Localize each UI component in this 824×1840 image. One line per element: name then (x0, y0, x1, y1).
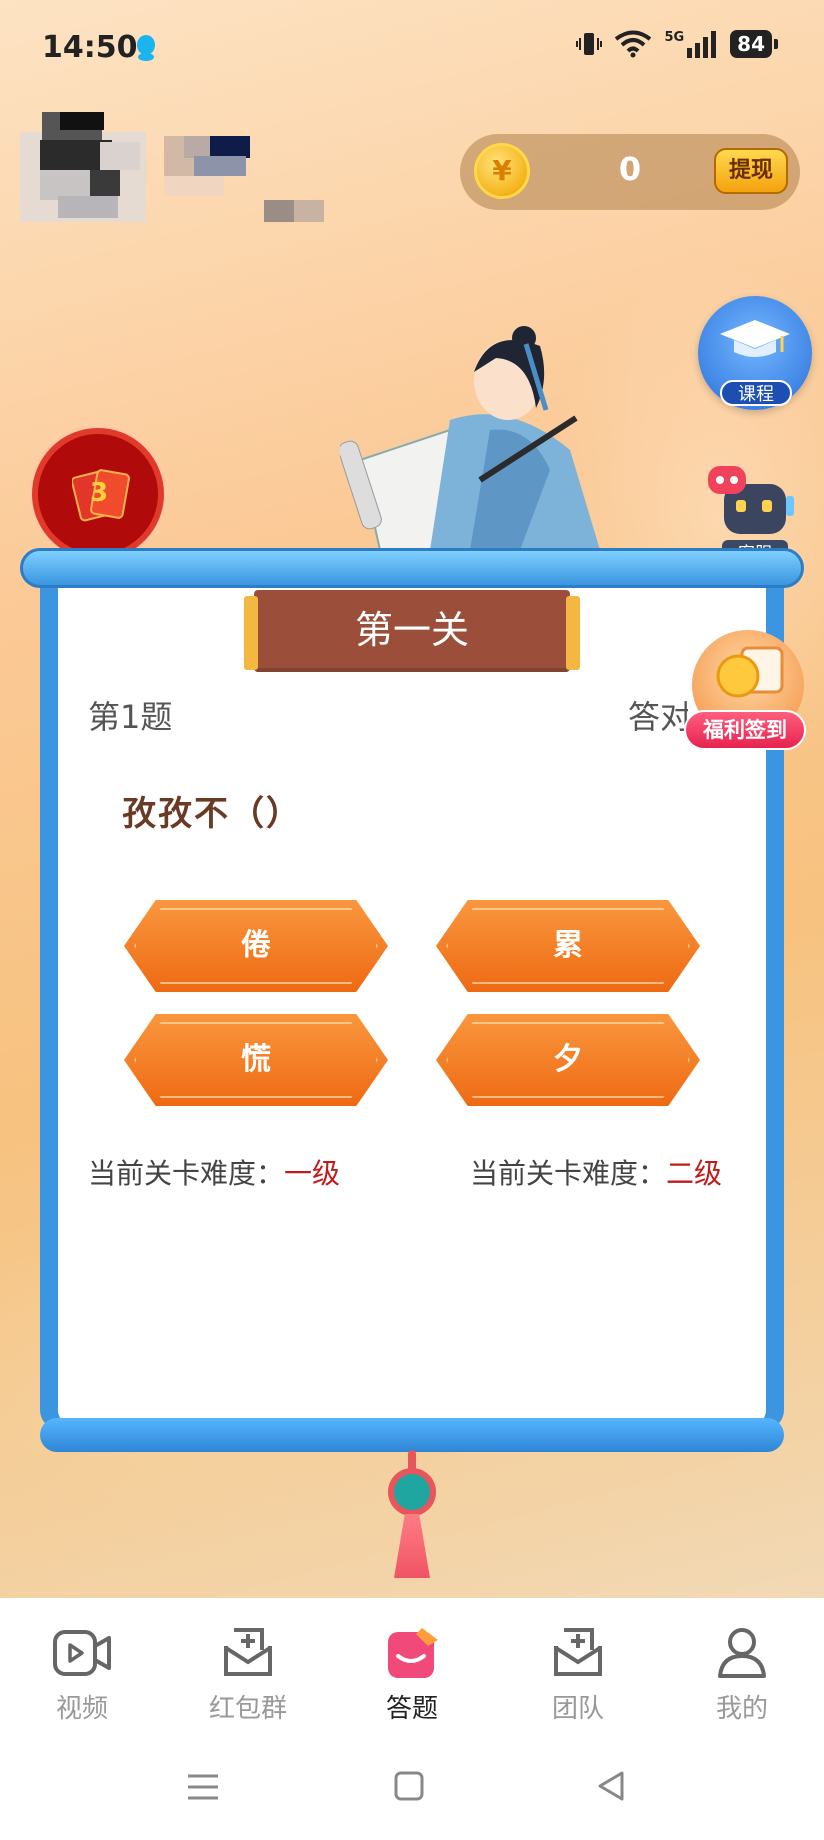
wifi-icon (615, 30, 652, 58)
coin-balance-panel: ¥ 0 提现 (460, 134, 800, 210)
checkin-label: 福利签到 (684, 710, 806, 750)
question-text: 孜孜不（） (122, 794, 302, 834)
answer-option-3[interactable]: 慌 (124, 1014, 388, 1106)
level-title: 第一关 (244, 590, 580, 672)
option-label: 慌 (241, 1042, 271, 1077)
tassel (394, 1514, 430, 1578)
coin-icon: ¥ (474, 143, 530, 199)
nav-item-team[interactable]: 团队 (518, 1626, 638, 1726)
difficulty-value: 一级 (284, 1157, 341, 1190)
answer-option-2[interactable]: 累 (436, 900, 700, 992)
withdraw-button[interactable]: 提现 (714, 148, 788, 194)
nav-label: 答题 (385, 1694, 438, 1724)
nav-label: 红包群 (208, 1694, 287, 1724)
status-bar: 14:50 5G 84 (0, 0, 824, 96)
system-navigation-bar (0, 1742, 824, 1840)
question-number: 第1题 (88, 698, 173, 736)
bottom-navigation: 视频 红包群 答题 团队 我的 (0, 1598, 824, 1742)
course-button[interactable]: 课程 (698, 296, 812, 410)
vibrate-icon (576, 33, 603, 55)
battery-indicator: 84 (730, 30, 778, 58)
home-icon[interactable] (393, 1770, 425, 1802)
coin-calendar-icon (716, 646, 784, 698)
scholar-illustration (340, 326, 600, 550)
answer-option-4[interactable]: 夕 (436, 1014, 700, 1106)
team-icon (554, 1628, 602, 1676)
red-packet-count: 3 (89, 478, 109, 508)
qq-icon (137, 35, 155, 61)
robot-chat-icon (708, 466, 794, 534)
scroll-top-rod (20, 548, 804, 588)
daily-checkin-button[interactable]: 福利签到 (684, 630, 806, 752)
option-label: 夕 (553, 1042, 583, 1077)
nav-label: 团队 (551, 1694, 604, 1724)
back-icon[interactable] (596, 1770, 626, 1802)
course-label: 课程 (720, 380, 792, 406)
answer-option-1[interactable]: 倦 (124, 900, 388, 992)
scroll-bottom-rod (40, 1418, 784, 1452)
username (164, 136, 329, 222)
quiz-icon (388, 1628, 438, 1678)
nav-item-quiz[interactable]: 答题 (352, 1626, 472, 1726)
difficulty-label: 当前关卡难度： (88, 1157, 285, 1190)
difficulty-value: 二级 (666, 1157, 723, 1190)
nav-item-profile[interactable]: 我的 (682, 1626, 802, 1726)
difficulty-current: 当前关卡难度：一级 (88, 1152, 340, 1192)
difficulty-next: 当前关卡难度：二级 (470, 1152, 722, 1192)
network-type: 5G (664, 30, 685, 45)
avatar-pixelated (20, 112, 146, 222)
nav-label: 视频 (55, 1694, 108, 1724)
nav-item-red-packet-group[interactable]: 红包群 (188, 1626, 308, 1726)
signal-icon (687, 31, 717, 58)
profile-icon (718, 1628, 766, 1678)
menu-icon[interactable] (186, 1772, 220, 1802)
correct-count-label: 答对 (628, 698, 688, 736)
avatar[interactable] (20, 112, 146, 222)
video-icon (53, 1630, 111, 1676)
tassel-knot (388, 1468, 436, 1516)
difficulty-label: 当前关卡难度： (470, 1157, 667, 1190)
coin-balance: 0 (618, 150, 642, 188)
username-pixelated (164, 136, 324, 222)
graduation-cap-icon (720, 320, 790, 357)
option-label: 倦 (241, 928, 271, 963)
red-packet-group-icon (224, 1628, 272, 1676)
nav-label: 我的 (715, 1694, 768, 1724)
status-time: 14:50 (42, 30, 138, 65)
nav-item-video[interactable]: 视频 (22, 1626, 142, 1726)
option-label: 累 (553, 928, 583, 963)
red-packet-button[interactable]: 3 (32, 428, 164, 560)
status-icons: 5G 84 (576, 30, 778, 58)
